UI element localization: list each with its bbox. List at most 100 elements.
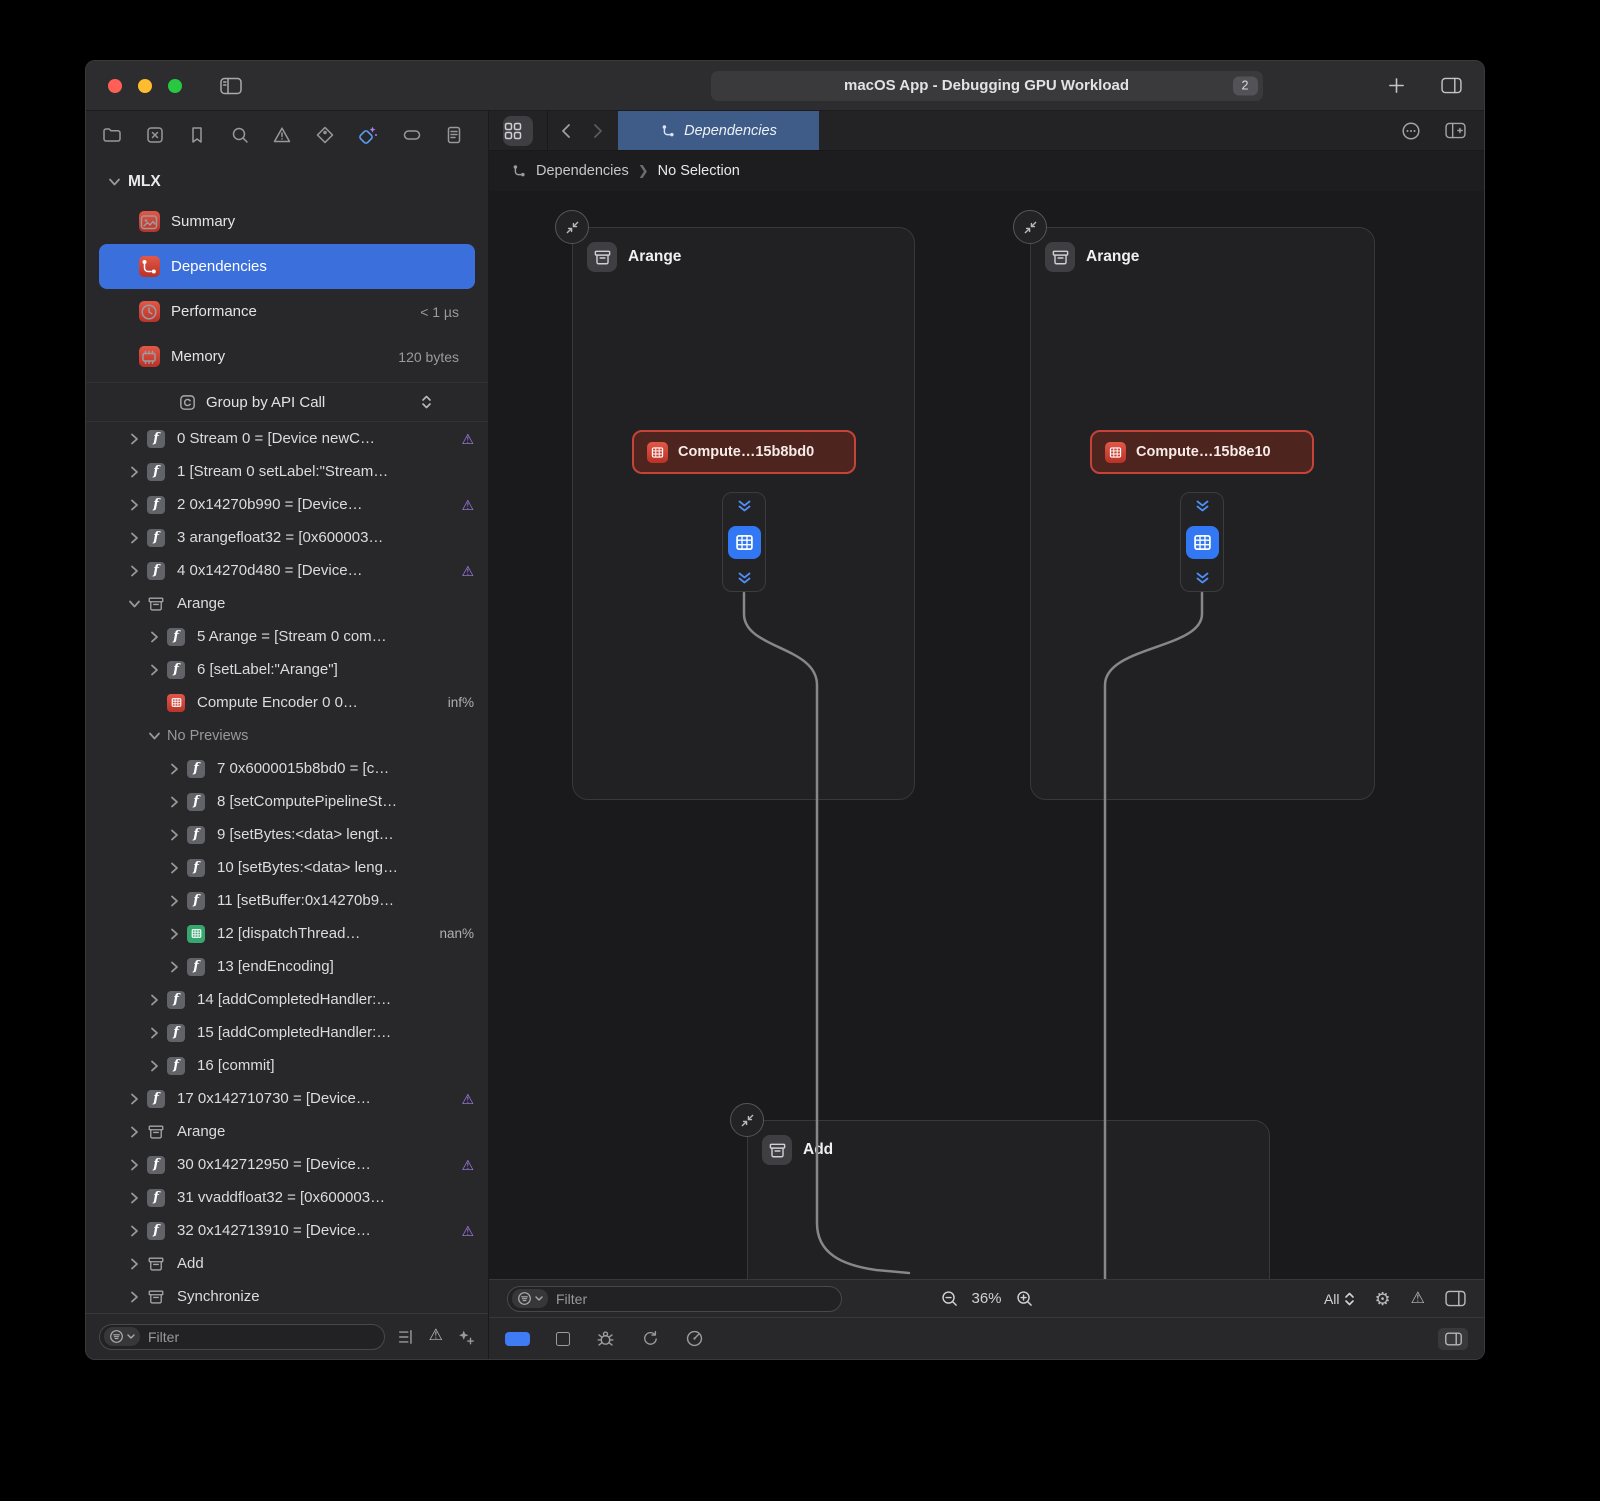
group-by-api-call-control[interactable]: Group by API Call [86,382,488,422]
collapse-group-icon[interactable] [730,1103,764,1137]
sidebar-item-memory[interactable]: Memory 120 bytes [99,334,475,379]
tree-row[interactable]: f15 [addCompletedHandler:… [86,1016,488,1049]
tree-row[interactable]: f4 0x14270d480 = [Device…⚠ [86,554,488,587]
dependency-graph-canvas[interactable]: Arange Arange Add [489,191,1484,1279]
filter-menu[interactable] [104,1327,140,1346]
gpu-frame-icon[interactable] [357,124,379,146]
scope-dropdown[interactable]: All [1324,1291,1355,1307]
tree-row[interactable]: No Previews [86,719,488,752]
disclosure-right-icon[interactable] [166,795,182,809]
tree-row[interactable]: 12 [dispatchThread…nan% [86,917,488,950]
warning-icon[interactable] [272,125,292,145]
filter-menu[interactable] [512,1289,548,1308]
disclosure-right-icon[interactable] [166,828,182,842]
group-box-add[interactable]: Add [747,1120,1270,1279]
add-editor-icon[interactable] [1445,122,1466,139]
disclosure-right-icon[interactable] [166,927,182,941]
disclosure-right-icon[interactable] [126,498,142,512]
more-options-icon[interactable] [1401,121,1421,141]
compute-encoder-node[interactable]: Compute…15b8e10 [1090,430,1314,474]
flatten-hierarchy-icon[interactable] [397,1328,415,1346]
disclosure-right-icon[interactable] [166,762,182,776]
close-window-button[interactable] [108,79,122,93]
zoom-out-icon[interactable] [939,1289,958,1308]
tree-row[interactable]: f32 0x142713910 = [Device…⚠ [86,1214,488,1247]
minimize-window-button[interactable] [138,79,152,93]
runtime-issues-icon[interactable] [457,1328,475,1346]
tree-root-mlx[interactable]: MLX [86,165,488,199]
tree-row[interactable]: Synchronize [86,1280,488,1313]
disclosure-right-icon[interactable] [126,432,142,446]
disclosure-right-icon[interactable] [126,1092,142,1106]
settings-gear-icon[interactable]: ⚙ [1375,1290,1391,1308]
sidebar-item-summary[interactable]: Summary [99,199,475,244]
bug-icon[interactable] [596,1329,615,1348]
disclosure-down-icon[interactable] [126,597,142,611]
buffer-grid-icon[interactable] [1186,526,1219,559]
zoom-in-icon[interactable] [1015,1289,1034,1308]
disclosure-right-icon[interactable] [166,894,182,908]
report-icon[interactable] [444,125,464,145]
search-icon[interactable] [230,125,250,145]
split-editor-icon[interactable] [1441,77,1462,94]
tree-row[interactable]: f17 0x142710730 = [Device…⚠ [86,1082,488,1115]
toggle-right-panel-icon[interactable] [1445,1290,1466,1307]
tree-row[interactable]: f10 [setBytes:<data> leng… [86,851,488,884]
tree-row[interactable]: f3 arangefloat32 = [0x600003… [86,521,488,554]
tree-row[interactable]: f0 Stream 0 = [Device newC…⚠ [86,422,488,455]
tree-row[interactable]: f9 [setBytes:<data> lengt… [86,818,488,851]
tree-row[interactable]: Arange [86,1115,488,1148]
disclosure-right-icon[interactable] [146,663,162,677]
collapse-group-icon[interactable] [555,210,589,244]
disclosure-right-icon[interactable] [126,465,142,479]
performance-gauge-icon[interactable] [685,1329,704,1348]
bookmark-icon[interactable] [187,125,207,145]
sidebar-item-dependencies[interactable]: Dependencies [99,244,475,289]
zoom-window-button[interactable] [168,79,182,93]
tree-row[interactable]: Arange [86,587,488,620]
disclosure-right-icon[interactable] [146,1059,162,1073]
disclosure-down-icon[interactable] [108,175,120,189]
tree-row[interactable]: f6 [setLabel:"Arange"] [86,653,488,686]
disclosure-right-icon[interactable] [126,531,142,545]
disclosure-right-icon[interactable] [166,960,182,974]
tab-dependencies[interactable]: Dependencies [618,111,819,150]
disclosure-right-icon[interactable] [146,630,162,644]
tree-row[interactable]: f30 0x142712950 = [Device…⚠ [86,1148,488,1181]
disclosure-right-icon[interactable] [146,1026,162,1040]
refresh-icon[interactable] [641,1330,659,1348]
disclosure-right-icon[interactable] [126,1257,142,1271]
tree-row[interactable]: f7 0x6000015b8bd0 = [c… [86,752,488,785]
buffer-grid-icon[interactable] [728,526,761,559]
breadcrumb-section[interactable]: Dependencies [536,163,629,179]
disclosure-right-icon[interactable] [126,1290,142,1304]
stop-button[interactable] [556,1332,570,1346]
disclosure-right-icon[interactable] [166,861,182,875]
toggle-sidebar-icon[interactable] [220,77,242,95]
disclosure-right-icon[interactable] [126,1125,142,1139]
collapse-group-icon[interactable] [1013,210,1047,244]
tree-row[interactable]: f8 [setComputePipelineSt… [86,785,488,818]
tree-row[interactable]: f31 vvaddfloat32 = [0x600003… [86,1181,488,1214]
toggle-bottom-panel-button[interactable] [1438,1328,1468,1350]
display-mode-button[interactable] [505,1332,530,1346]
tree-row[interactable]: Compute Encoder 0 0…inf% [86,686,488,719]
disclosure-down-icon[interactable] [146,729,162,743]
folder-icon[interactable] [102,125,122,145]
tree-row[interactable]: f5 Arange = [Stream 0 com… [86,620,488,653]
tree-row[interactable]: Add [86,1247,488,1280]
tree-row[interactable]: f14 [addCompletedHandler:… [86,983,488,1016]
new-tab-icon[interactable] [1388,77,1405,94]
disclosure-right-icon[interactable] [126,564,142,578]
resource-connector[interactable] [722,492,766,592]
tree-row[interactable]: f11 [setBuffer:0x14270b9… [86,884,488,917]
compute-encoder-node[interactable]: Compute…15b8bd0 [632,430,856,474]
resource-connector[interactable] [1180,492,1224,592]
warnings-icon[interactable]: ⚠ [1411,1291,1425,1307]
tree-row[interactable]: f2 0x14270b990 = [Device…⚠ [86,488,488,521]
disclosure-right-icon[interactable] [126,1224,142,1238]
overview-grid-icon[interactable] [503,116,533,146]
capsule-icon[interactable] [402,125,422,145]
sidebar-filter-input[interactable]: Filter [99,1324,385,1350]
graph-filter-input[interactable]: Filter [507,1286,842,1312]
